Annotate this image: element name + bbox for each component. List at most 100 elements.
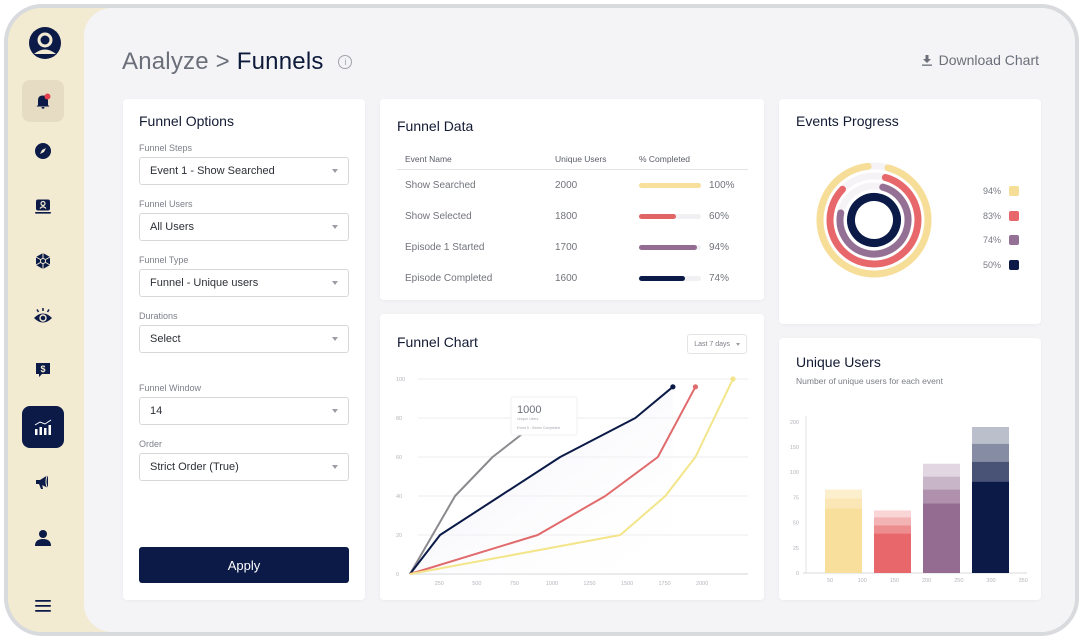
chevron-down-icon: [332, 465, 338, 469]
event-name: Episode Completed: [405, 273, 493, 284]
page-title: Analyze > Funnels i: [122, 48, 353, 76]
series-end-point[interactable]: [670, 384, 676, 390]
field-select[interactable]: All Users: [139, 213, 349, 241]
sidebar-item-profile-card[interactable]: [22, 185, 64, 227]
svg-text:$: $: [40, 364, 45, 374]
bar-segment[interactable]: [972, 426, 1009, 444]
sidebar-item-revenue[interactable]: $: [22, 349, 64, 391]
bar-segment[interactable]: [874, 517, 911, 526]
completion-percent: 60%: [709, 211, 730, 222]
completion-cell: 74%: [639, 273, 748, 284]
y-tick-label: 75: [793, 495, 799, 501]
avatar[interactable]: [28, 26, 62, 60]
progress-ring: [847, 193, 901, 248]
bar-segment[interactable]: [923, 503, 960, 573]
column-header[interactable]: Event Name: [397, 154, 555, 164]
x-tick-label: 50: [827, 578, 833, 584]
events-progress-card: Events Progress 94% 83% 74% 50%: [779, 99, 1041, 324]
field-select[interactable]: Strict Order (True): [139, 453, 349, 481]
field-label: Funnel Steps: [139, 143, 193, 153]
bar-segment[interactable]: [825, 508, 862, 573]
table-row[interactable]: Episode 1 Started 1700 94%: [397, 232, 748, 263]
sidebar-item-insights[interactable]: [22, 295, 64, 337]
unique-users-card: Unique Users Number of unique users for …: [779, 338, 1041, 600]
table-header: Event Name Unique Users % Completed: [397, 148, 748, 170]
field-label: Durations: [139, 311, 178, 321]
chevron-down-icon: [332, 169, 338, 173]
completion-bar-fill: [639, 183, 701, 188]
events-progress-legend: 94% 83% 74% 50%: [965, 179, 1019, 277]
y-tick-label: 100: [396, 377, 405, 383]
y-tick-label: 200: [790, 420, 799, 426]
bar-segment[interactable]: [825, 498, 862, 509]
unique-users-title: Unique Users: [796, 354, 881, 370]
bar-segment[interactable]: [874, 525, 911, 534]
sidebar-item-analyze[interactable]: [22, 406, 64, 448]
breadcrumb-separator: >: [215, 48, 230, 75]
y-tick-label: 50: [793, 521, 799, 527]
completion-cell: 94%: [639, 242, 748, 253]
completion-percent: 94%: [709, 242, 730, 253]
download-chart-label: Download Chart: [938, 52, 1039, 68]
field-select[interactable]: Select: [139, 325, 349, 353]
field-label: Funnel Type: [139, 255, 189, 265]
sidebar-item-campaigns[interactable]: [22, 461, 64, 503]
field-select[interactable]: Event 1 - Show Searched: [139, 157, 349, 185]
x-tick-label: 300: [986, 578, 995, 584]
x-tick-label: 150: [890, 578, 899, 584]
apply-button[interactable]: Apply: [139, 547, 349, 583]
x-tick-label: 200: [922, 578, 931, 584]
field-label: Funnel Users: [139, 199, 193, 209]
tooltip-event: Event 5 - Series Completed: [517, 426, 560, 430]
legend-item: 94%: [965, 179, 1019, 204]
unique-users-value: 1600: [555, 273, 578, 284]
y-tick-label: 40: [396, 494, 402, 500]
series-end-point[interactable]: [692, 384, 699, 390]
date-range-select[interactable]: Last 7 days: [687, 334, 747, 354]
chevron-down-icon: [332, 337, 338, 341]
table-row[interactable]: Show Selected 1800 60%: [397, 201, 748, 232]
series-end-point[interactable]: [730, 376, 736, 382]
bar-segment[interactable]: [874, 533, 911, 573]
y-tick-label: 0: [796, 571, 799, 577]
completion-bar: [639, 183, 701, 188]
table-row[interactable]: Show Searched 2000 100%: [397, 170, 748, 201]
breadcrumb-parent[interactable]: Analyze: [122, 48, 209, 75]
unique-users-subtitle: Number of unique users for each event: [796, 376, 943, 386]
field-select[interactable]: 14: [139, 397, 349, 425]
event-name: Episode 1 Started: [405, 242, 485, 253]
table-row[interactable]: Episode Completed 1600 74%: [397, 263, 748, 294]
sidebar-item-notifications[interactable]: [22, 80, 64, 122]
compass-icon: [35, 143, 51, 159]
sidebar-item-network[interactable]: [22, 240, 64, 282]
bar-segment[interactable]: [874, 510, 911, 518]
bar-segment[interactable]: [972, 443, 1009, 462]
download-chart-button[interactable]: Download Chart: [921, 52, 1039, 68]
sidebar: $: [8, 8, 88, 632]
column-header[interactable]: Unique Users: [555, 154, 639, 164]
bar-segment[interactable]: [923, 476, 960, 490]
bar-segment[interactable]: [825, 489, 862, 499]
bar-segment[interactable]: [972, 481, 1009, 573]
funnel-line-chart: 0 20 40 60 80 100 250 500 750 1000 1250 1500 1750 200…: [396, 376, 748, 587]
bar-segment[interactable]: [972, 461, 1009, 482]
legend-swatch: [1009, 210, 1019, 221]
bar-segment[interactable]: [923, 489, 960, 504]
funnel-data-card: Funnel Data Event Name Unique Users % Co…: [380, 99, 764, 300]
info-icon[interactable]: i: [338, 55, 353, 69]
x-tick-label: 750: [510, 581, 519, 587]
column-header[interactable]: % Completed: [639, 154, 748, 164]
y-tick-label: 60: [396, 455, 402, 461]
sidebar-item-menu[interactable]: [22, 585, 64, 627]
bar-segment[interactable]: [923, 463, 960, 477]
legend-swatch: [1009, 186, 1019, 197]
user-card-icon: [35, 199, 51, 214]
x-tick-label: 1000: [546, 581, 558, 587]
sidebar-item-explore[interactable]: [22, 130, 64, 172]
field-value: Event 1 - Show Searched: [150, 165, 275, 177]
funnel-chart-card: Funnel Chart Last 7 days 0 20 40 60 80 100 250…: [380, 314, 764, 600]
field-select[interactable]: Funnel - Unique users: [139, 269, 349, 297]
eye-icon: [34, 308, 52, 323]
sidebar-item-users[interactable]: [22, 517, 64, 559]
chevron-down-icon: [332, 225, 338, 229]
